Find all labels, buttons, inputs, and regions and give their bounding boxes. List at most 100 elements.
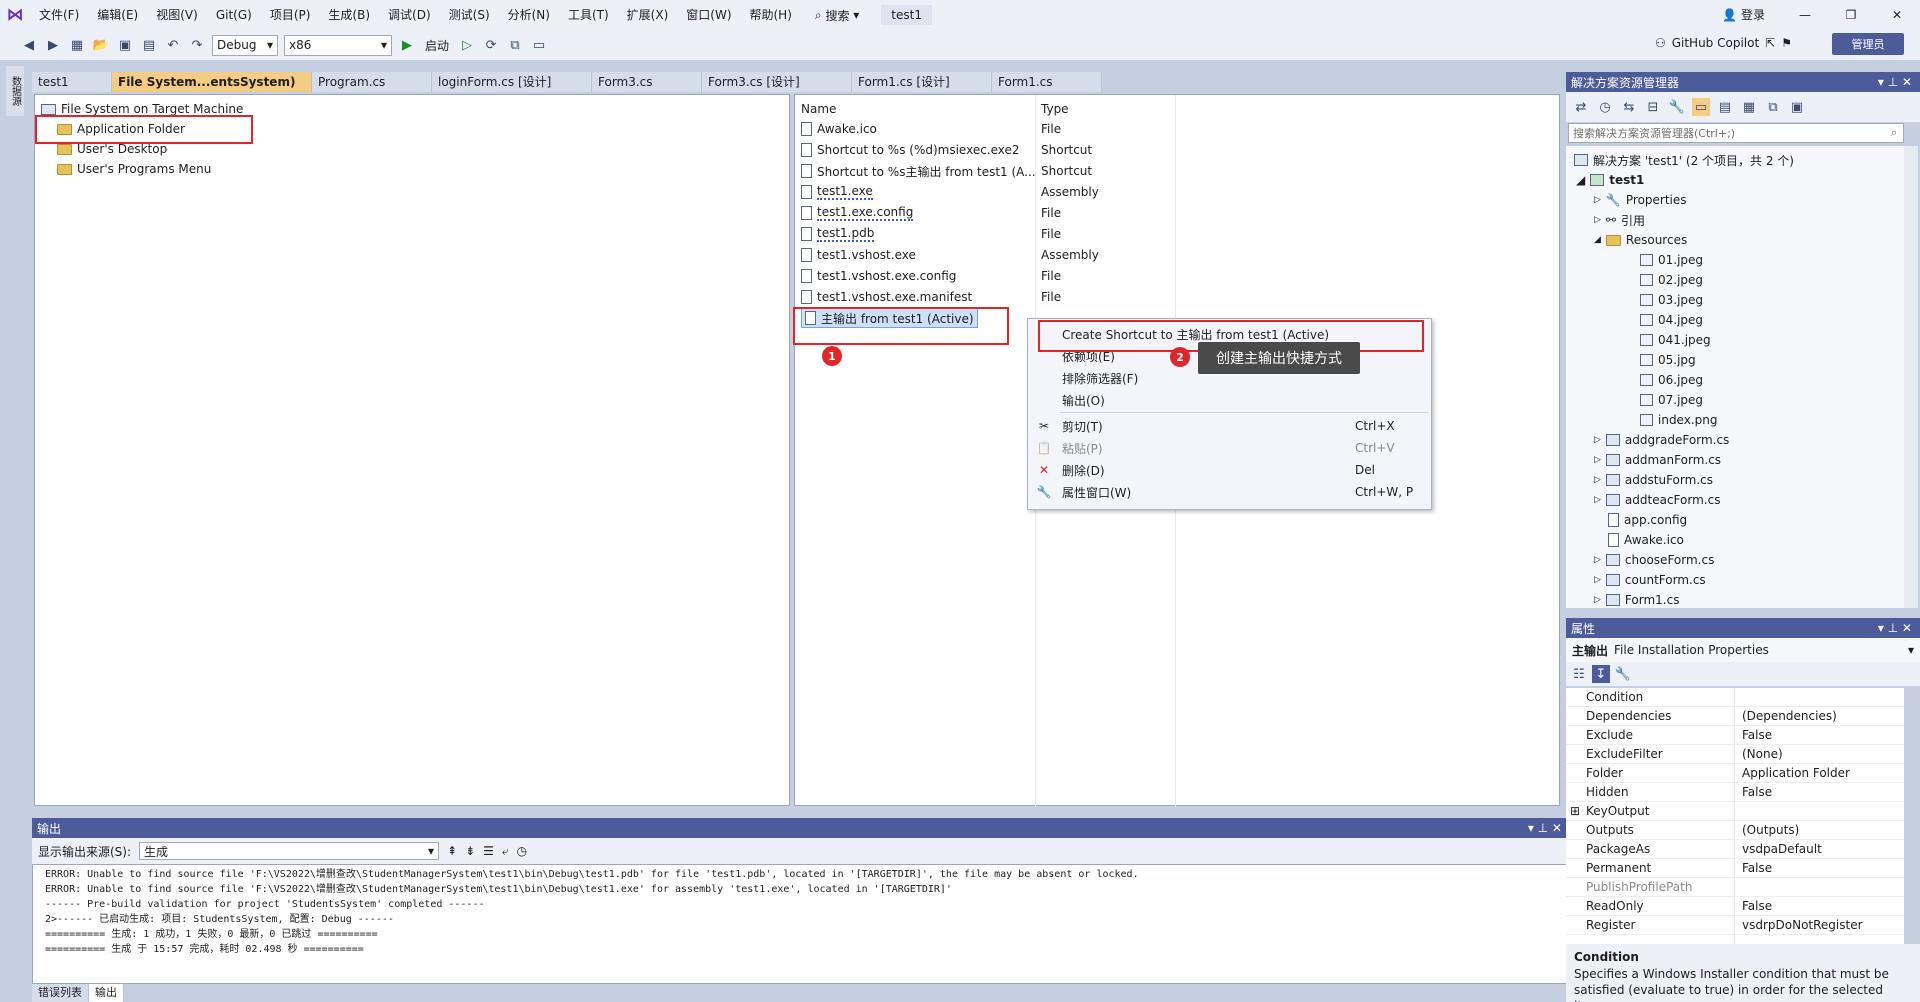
solution-item[interactable]: ▷ addgradeForm.cs: [1594, 430, 1729, 450]
properties-icon[interactable]: ▤: [1716, 98, 1734, 116]
solution-item[interactable]: ▷ chooseForm.cs: [1594, 550, 1714, 570]
word-wrap-icon[interactable]: ⤶: [502, 844, 509, 859]
doc-tab[interactable]: Program.cs: [312, 72, 432, 92]
pin-icon[interactable]: ▾ ⊥ ✕: [1528, 821, 1562, 835]
sync-icon[interactable]: ⇄: [1572, 98, 1590, 116]
solution-item[interactable]: ▷ 🔧 Properties: [1594, 190, 1687, 210]
alphabetical-icon[interactable]: ↧: [1592, 665, 1610, 683]
property-row[interactable]: KeyOutput ⊞: [1566, 802, 1904, 821]
file-row[interactable]: test1.pdb: [801, 224, 875, 244]
menu-item[interactable]: 窗口(W): [677, 0, 740, 30]
save-all-icon[interactable]: ▤: [140, 36, 158, 54]
redo-icon[interactable]: ↷: [188, 36, 206, 54]
menu-item[interactable]: 生成(B): [319, 0, 379, 30]
property-row[interactable]: Dependencies (Dependencies): [1566, 707, 1904, 726]
context-menu-item[interactable]: 🔧 属性窗口(W) Ctrl+W, P: [1028, 481, 1431, 503]
hot-reload-icon[interactable]: ⟳: [482, 36, 500, 54]
goto-next-icon[interactable]: ⇟: [465, 844, 475, 858]
solution-item[interactable]: ▷ Form1.cs: [1594, 590, 1679, 608]
doc-tab[interactable]: Form1.cs: [992, 72, 1102, 92]
view-code-icon[interactable]: ⧉: [1764, 98, 1782, 116]
file-row[interactable]: test1.vshost.exe: [801, 245, 916, 265]
solution-scrollbar[interactable]: [1904, 146, 1918, 608]
expand-icon[interactable]: ▷: [1594, 495, 1601, 505]
view-designer-icon[interactable]: ▣: [1788, 98, 1806, 116]
property-pages-icon[interactable]: 🔧: [1614, 665, 1632, 683]
pin-icon[interactable]: ▾ ⊥ ✕: [1878, 621, 1912, 635]
new-project-icon[interactable]: ▦: [68, 36, 86, 54]
back-icon[interactable]: ◀: [20, 36, 38, 54]
menu-item[interactable]: 编辑(E): [88, 0, 147, 30]
solution-item[interactable]: 06.jpeg: [1626, 370, 1703, 390]
doc-tab[interactable]: Form1.cs [设计]: [852, 72, 992, 92]
layout-icon[interactable]: ▭: [530, 36, 548, 54]
start-without-debug-icon[interactable]: ▷: [458, 36, 476, 54]
solution-item[interactable]: ▷ countForm.cs: [1594, 570, 1706, 590]
property-row[interactable]: Permanent False: [1566, 859, 1904, 878]
switch-view-icon[interactable]: ⇆: [1620, 98, 1638, 116]
clear-all-icon[interactable]: ☰: [483, 844, 494, 858]
expand-icon[interactable]: ▷: [1594, 215, 1601, 225]
expand-icon[interactable]: ▷: [1594, 475, 1601, 485]
property-row[interactable]: ReadOnly False: [1566, 897, 1904, 916]
categorized-icon[interactable]: ☷: [1570, 665, 1588, 683]
bottom-tab[interactable]: 输出: [89, 984, 124, 1002]
solution-item[interactable]: 02.jpeg: [1626, 270, 1703, 290]
solution-item[interactable]: 05.jpg: [1626, 350, 1696, 370]
property-row[interactable]: ExcludeFilter (None): [1566, 745, 1904, 764]
menu-item[interactable]: 文件(F): [30, 0, 88, 30]
goto-previous-icon[interactable]: ⇞: [447, 844, 457, 858]
doc-tab[interactable]: test1: [32, 72, 112, 92]
expand-icon[interactable]: ▷: [1594, 455, 1601, 465]
start-button[interactable]: 启动: [422, 37, 452, 54]
solution-item[interactable]: ▷ ⚯ 引用: [1594, 210, 1645, 230]
solution-item[interactable]: ▷ addteacForm.cs: [1594, 490, 1720, 510]
context-menu-item[interactable]: 输出(O): [1028, 389, 1431, 411]
solution-search-input[interactable]: 搜索解决方案资源管理器(Ctrl+;) ⌕: [1568, 123, 1904, 143]
solution-item[interactable]: ▷ addstuForm.cs: [1594, 470, 1713, 490]
menu-item[interactable]: 帮助(H): [741, 0, 801, 30]
close-button[interactable]: ✕: [1874, 8, 1920, 22]
solution-title[interactable]: test1: [881, 5, 932, 25]
solution-item[interactable]: app.config: [1594, 510, 1687, 530]
solution-item[interactable]: 04.jpeg: [1626, 310, 1703, 330]
menu-item[interactable]: 调试(D): [379, 0, 440, 30]
file-row[interactable]: test1.vshost.exe.config: [801, 266, 956, 286]
solution-node[interactable]: 解决方案 'test1' (2 个项目，共 2 个): [1574, 150, 1794, 170]
solution-item[interactable]: ◢ Resources: [1594, 230, 1687, 250]
browse-icon[interactable]: ⧉: [506, 36, 524, 54]
menu-item[interactable]: 测试(S): [440, 0, 499, 30]
doc-tab[interactable]: Form3.cs [设计]: [702, 72, 852, 92]
start-icon[interactable]: ▶: [398, 36, 416, 54]
save-icon[interactable]: ▣: [116, 36, 134, 54]
preview-icon[interactable]: ▭: [1692, 98, 1710, 116]
pin-icon[interactable]: ▾ ⊥ ✕: [1878, 75, 1912, 89]
property-row[interactable]: Exclude False: [1566, 726, 1904, 745]
expand-icon[interactable]: ▷: [1594, 595, 1601, 605]
collapse-icon[interactable]: ⊟: [1644, 98, 1662, 116]
solution-item[interactable]: index.png: [1626, 410, 1717, 430]
history-icon[interactable]: ◷: [1596, 98, 1614, 116]
tree-item-users-programs-menu[interactable]: User's Programs Menu: [57, 159, 211, 179]
menu-item[interactable]: 分析(N): [499, 0, 559, 30]
open-folder-icon[interactable]: 📂: [92, 36, 110, 54]
solution-item[interactable]: 01.jpeg: [1626, 250, 1703, 270]
menu-item[interactable]: 扩展(X): [618, 0, 678, 30]
expand-icon[interactable]: ▷: [1594, 555, 1601, 565]
file-row[interactable]: Shortcut to %s (%d)msiexec.exe2: [801, 140, 1020, 160]
output-source-select[interactable]: 生成 ▾: [139, 842, 440, 860]
doc-tab[interactable]: Form3.cs: [592, 72, 702, 92]
data-sources-tab[interactable]: 数据源: [6, 66, 24, 116]
project-node[interactable]: ◢ test1: [1576, 170, 1644, 190]
context-menu-item[interactable]: ✂ 剪切(T) Ctrl+X: [1028, 415, 1431, 437]
menu-item[interactable]: 项目(P): [261, 0, 320, 30]
bottom-tab[interactable]: 错误列表: [32, 984, 89, 1002]
clock-icon[interactable]: ◷: [517, 844, 527, 858]
file-row[interactable]: Shortcut to %s主输出 from test1 (A...: [801, 161, 1036, 181]
properties-object-select[interactable]: 主输出 File Installation Properties ▾: [1566, 638, 1920, 662]
file-row[interactable]: Awake.ico: [801, 119, 877, 139]
wrench-icon[interactable]: 🔧: [1668, 98, 1686, 116]
column-header-type[interactable]: Type: [1041, 102, 1069, 116]
expand-icon[interactable]: ▷: [1594, 435, 1601, 445]
context-menu-item[interactable]: 📋 粘贴(P) Ctrl+V: [1028, 437, 1431, 459]
